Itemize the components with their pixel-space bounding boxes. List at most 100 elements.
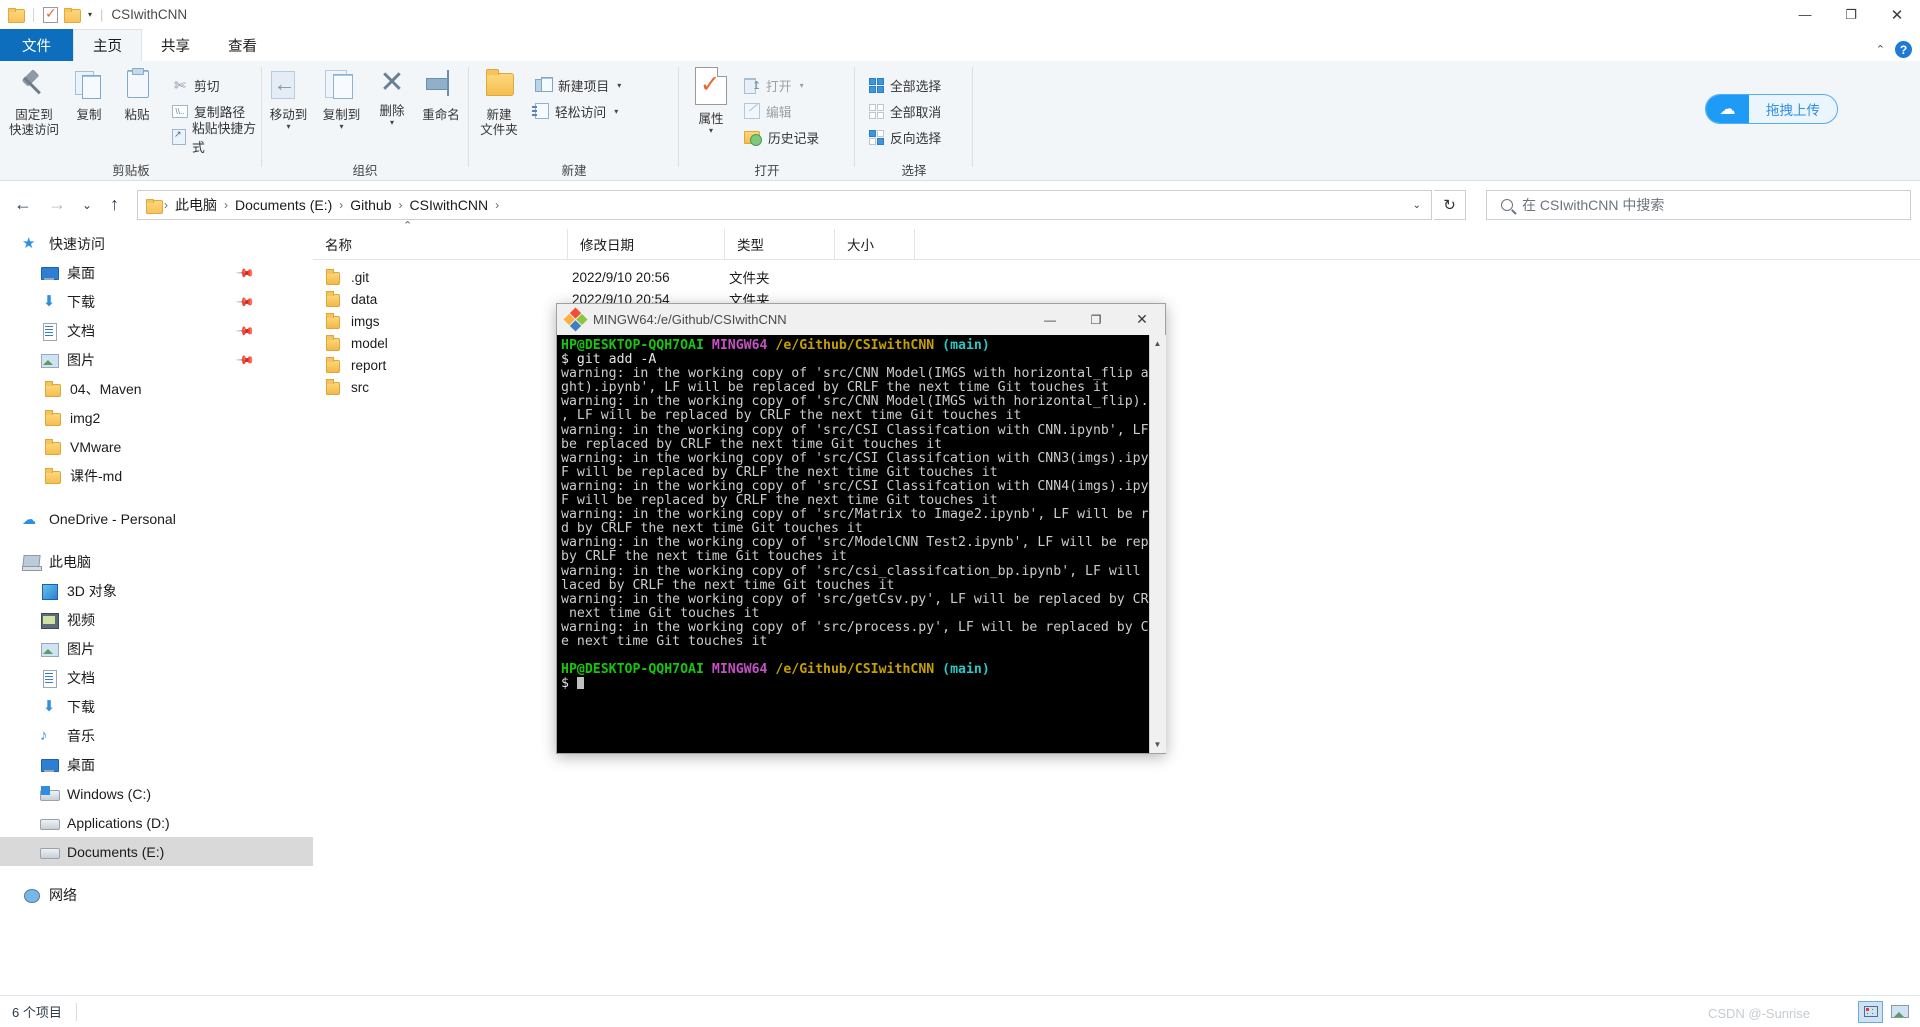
easy-access-button[interactable]: 轻松访问 ▾ [532, 99, 618, 123]
select-all-button[interactable]: 全部选择 [869, 73, 941, 97]
terminal-close-button[interactable]: ✕ [1119, 304, 1165, 335]
pin-icon[interactable]: 📌 [235, 262, 255, 282]
mingw64-terminal-window[interactable]: MINGW64:/e/Github/CSIwithCNN — ❐ ✕ HP@DE… [556, 303, 1166, 754]
invert-selection-button[interactable]: 反向选择 [869, 125, 941, 149]
sidebar-item-kejian-md[interactable]: 课件-md [0, 461, 313, 490]
sidebar-item-downloads[interactable]: ⬇ 下载 📌 [0, 287, 313, 316]
new-folder-icon[interactable] [64, 8, 81, 23]
sidebar-item-pictures-pc[interactable]: 图片 [0, 634, 313, 663]
sidebar-item-pictures[interactable]: 图片 📌 [0, 345, 313, 374]
sidebar-item-img2[interactable]: img2 [0, 403, 313, 432]
sidebar-item-quick-access[interactable]: ★ 快速访问 [0, 229, 313, 258]
terminal-body[interactable]: HP@DESKTOP-QQH7OAI MINGW64 /e/Github/CSI… [557, 335, 1166, 753]
chevron-down-icon[interactable]: ▾ [614, 107, 618, 116]
minimize-button[interactable]: — [1782, 0, 1828, 29]
breadcrumb-github[interactable]: Github [343, 197, 398, 213]
sidebar-item-3d-objects[interactable]: 3D 对象 [0, 576, 313, 605]
properties-button[interactable]: 属性 ▾ [685, 67, 737, 135]
details-view-button[interactable] [1858, 1000, 1883, 1023]
collapse-ribbon-icon[interactable]: ⌃ [1876, 43, 1885, 56]
recent-locations-button[interactable]: ⌄ [82, 198, 92, 212]
sidebar-item-desktop[interactable]: 桌面 📌 [0, 258, 313, 287]
copy-button[interactable]: 复制 [64, 67, 114, 123]
sidebar-item-documents[interactable]: 文档 📌 [0, 316, 313, 345]
sidebar-item-onedrive[interactable]: ☁ OneDrive - Personal [0, 504, 313, 533]
breadcrumb-csiwithcnn[interactable]: CSIwithCNN [403, 197, 496, 213]
rename-button[interactable]: 重命名 [414, 67, 468, 123]
pin-icon[interactable]: 📌 [235, 320, 255, 340]
address-bar[interactable]: › 此电脑 › Documents (E:) › Github › CSIwit… [137, 190, 1432, 220]
sidebar-item-applications-d[interactable]: Applications (D:) [0, 808, 313, 837]
chevron-down-icon[interactable]: ⌄ [1413, 200, 1421, 211]
new-item-button[interactable]: 新建项目 ▾ [535, 73, 621, 97]
chevron-down-icon[interactable]: ▾ [262, 123, 315, 131]
sidebar-item-this-pc[interactable]: 此电脑 [0, 547, 313, 576]
delete-button[interactable]: ✕ 删除 ▾ [368, 67, 416, 127]
terminal-maximize-button[interactable]: ❐ [1073, 304, 1119, 335]
search-input[interactable]: 在 CSIwithCNN 中搜索 [1486, 190, 1911, 220]
sidebar-item-label: 文档 [67, 669, 95, 686]
sidebar-item-vmware[interactable]: VMware [0, 432, 313, 461]
terminal-input-line[interactable]: $ [561, 676, 577, 691]
scrollbar-track[interactable] [1149, 352, 1166, 736]
chevron-down-icon[interactable]: ▾ [88, 10, 92, 19]
chevron-down-icon[interactable]: ▾ [800, 81, 804, 90]
scroll-up-icon[interactable]: ▲ [1149, 335, 1166, 352]
back-button[interactable]: ← [14, 194, 32, 215]
chevron-down-icon[interactable]: ▾ [368, 119, 416, 127]
folder-icon[interactable] [8, 8, 25, 23]
forward-button[interactable]: → [48, 194, 66, 215]
history-button[interactable]: 历史记录 [744, 125, 819, 149]
sidebar-item-desktop-pc[interactable]: 桌面 [0, 750, 313, 779]
copy-to-button[interactable]: 复制到 ▾ [315, 67, 368, 131]
properties-icon[interactable] [43, 5, 58, 23]
pin-icon[interactable]: 📌 [235, 349, 255, 369]
open-button[interactable]: 打开 ▾ [744, 73, 804, 97]
chevron-down-icon[interactable]: ▾ [315, 123, 368, 131]
breadcrumb-this-pc[interactable]: 此电脑 [168, 195, 224, 215]
chevron-down-icon[interactable]: ▾ [685, 127, 737, 135]
drag-upload-button[interactable]: ☁ 拖拽上传 [1705, 94, 1838, 124]
sidebar-item-documents-e[interactable]: Documents (E:) [0, 837, 313, 866]
help-icon[interactable]: ? [1895, 41, 1912, 58]
table-row[interactable]: .git 2022/9/10 20:56 文件夹 [313, 266, 1920, 288]
pin-icon[interactable]: 📌 [235, 291, 255, 311]
thumbnail-view-button[interactable] [1887, 1001, 1912, 1023]
maximize-button[interactable]: ❐ [1828, 0, 1874, 29]
refresh-button[interactable]: ↻ [1434, 190, 1466, 220]
cut-button[interactable]: ✄ 剪切 [172, 73, 219, 97]
chevron-down-icon[interactable]: ▾ [617, 81, 621, 90]
column-header-size[interactable]: 大小 [835, 228, 915, 260]
scroll-down-icon[interactable]: ▼ [1149, 736, 1166, 753]
terminal-line: F will be replaced by CRLF the next time… [561, 493, 998, 509]
column-header-name[interactable]: 名称 ⌃ [313, 220, 568, 260]
sidebar-item-windows-c[interactable]: Windows (C:) [0, 779, 313, 808]
up-button[interactable]: ↑ [110, 194, 119, 215]
move-to-button[interactable]: 移动到 ▾ [262, 67, 315, 131]
edit-button[interactable]: 编辑 [744, 99, 792, 123]
tab-view[interactable]: 查看 [209, 29, 276, 61]
close-button[interactable]: ✕ [1874, 0, 1920, 29]
column-header-type[interactable]: 类型 [725, 228, 835, 260]
tab-home[interactable]: 主页 [73, 29, 142, 61]
sidebar-item-videos[interactable]: 视频 [0, 605, 313, 634]
tab-file[interactable]: 文件 [0, 29, 73, 61]
pin-to-quick-access-button[interactable]: 固定到 快速访问 [4, 67, 64, 138]
navigation-pane[interactable]: ★ 快速访问 桌面 📌 ⬇ 下载 📌 文档 📌 图片 📌 04、Maven im… [0, 229, 313, 982]
sidebar-item-documents-pc[interactable]: 文档 [0, 663, 313, 692]
breadcrumb-documents-e[interactable]: Documents (E:) [228, 197, 339, 213]
tab-share[interactable]: 共享 [142, 29, 209, 61]
sidebar-item-maven[interactable]: 04、Maven [0, 374, 313, 403]
sidebar-item-network[interactable]: 网络 [0, 880, 313, 909]
select-none-button[interactable]: 全部取消 [869, 99, 941, 123]
new-folder-button[interactable]: 新建 文件夹 [469, 67, 529, 138]
sidebar-item-downloads-pc[interactable]: ⬇ 下载 [0, 692, 313, 721]
terminal-scrollbar[interactable]: ▲ ▼ [1149, 335, 1166, 753]
sidebar-item-music[interactable]: ♪ 音乐 [0, 721, 313, 750]
column-header-date[interactable]: 修改日期 [568, 228, 725, 260]
paste-button[interactable]: 粘贴 [112, 67, 162, 123]
paste-shortcut-button[interactable]: 粘贴快捷方式 [172, 121, 262, 155]
terminal-minimize-button[interactable]: — [1027, 304, 1073, 335]
breadcrumb-separator[interactable]: › [495, 198, 499, 212]
file-type: 文件夹 [729, 271, 770, 286]
